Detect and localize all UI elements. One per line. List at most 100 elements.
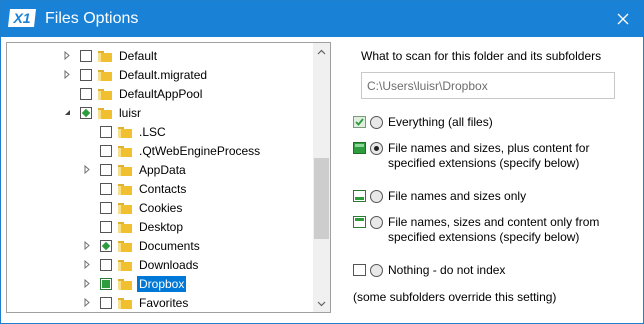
logo-text: X1 [12, 10, 30, 26]
collapsed-arrow-icon[interactable] [82, 274, 92, 293]
scroll-up-button[interactable] [313, 43, 330, 60]
tree-item-default-migrated[interactable]: Default.migrated [62, 65, 209, 84]
override-note: (some subfolders override this setting) [353, 290, 557, 304]
tree-item-appdata[interactable]: AppData [82, 160, 188, 179]
folder-icon [118, 259, 132, 271]
tree-item-label: Cookies [139, 200, 183, 215]
collapsed-arrow-icon[interactable] [62, 46, 72, 65]
tree-item-dropbox[interactable]: Dropbox [82, 274, 187, 293]
vertical-scrollbar[interactable] [313, 43, 330, 312]
scan-option-label: Everything (all files) [388, 115, 493, 129]
scan-option-radio[interactable] [370, 190, 383, 203]
folder-icon [118, 297, 132, 309]
tree-item-checkbox[interactable] [100, 182, 112, 195]
tree-item-luisr[interactable]: luisr [62, 103, 143, 122]
collapsed-arrow-icon[interactable] [82, 255, 92, 274]
names-sizes-content-icon [353, 142, 366, 154]
tree-item-label: Contacts [139, 181, 187, 196]
collapsed-arrow-icon[interactable] [62, 65, 72, 84]
tree-item-label: .LSC [139, 124, 166, 139]
tree-item-label: AppData [139, 162, 186, 177]
tree-item-checkbox[interactable] [80, 87, 92, 100]
folder-icon [118, 202, 132, 214]
names-sizes-icon [353, 190, 366, 202]
tree-item-label: Dropbox [137, 275, 187, 292]
folder-icon [98, 88, 112, 100]
tree-item-qtwebengineprocess[interactable]: .QtWebEngineProcess [82, 141, 262, 160]
tree-item-favorites[interactable]: Favorites [82, 293, 190, 312]
scroll-thumb[interactable] [314, 158, 329, 239]
tree-item-cookies[interactable]: Cookies [82, 198, 184, 217]
tree-item-label: Documents [139, 238, 200, 253]
folder-icon [118, 221, 132, 233]
tree-item-checkbox[interactable] [80, 68, 92, 81]
close-button[interactable] [603, 1, 643, 37]
tree-item-documents[interactable]: Documents [82, 236, 202, 255]
scan-option-radio[interactable] [370, 216, 383, 229]
scan-option-1[interactable]: Everything (all files) [353, 115, 493, 130]
folder-icon [118, 240, 132, 252]
tree-item-label: Favorites [139, 295, 189, 310]
scroll-down-button[interactable] [313, 295, 330, 312]
tree-item-label: Default.migrated [119, 67, 208, 82]
scan-option-label: Nothing - do not index [388, 263, 506, 277]
files-options-window: X1 Files Options Default Default.migrated… [0, 0, 644, 324]
scan-option-radio[interactable] [370, 116, 383, 129]
folder-path-field: C:\Users\luisr\Dropbox [361, 72, 615, 99]
chevron-down-icon [317, 301, 326, 306]
tree-item-checkbox[interactable] [100, 163, 112, 176]
scan-option-radio[interactable] [370, 264, 383, 277]
scan-option-label: File names and sizes only [388, 189, 527, 203]
tree-item-checkbox[interactable] [80, 49, 92, 62]
tree-item-checkbox[interactable] [100, 258, 112, 271]
folder-icon [118, 164, 132, 176]
tree-item-checkbox[interactable] [100, 296, 112, 309]
window-title: Files Options [45, 10, 139, 27]
scan-option-label: File names and sizes, plus content for s… [388, 141, 590, 170]
folder-icon [118, 126, 132, 138]
tree-item-label: .QtWebEngineProcess [139, 143, 261, 158]
tree-item-checkbox[interactable] [100, 239, 112, 252]
tree-item-downloads[interactable]: Downloads [82, 255, 200, 274]
tree-item-checkbox[interactable] [100, 277, 112, 290]
tree-item-label: Downloads [139, 257, 199, 272]
tree-item-label: luisr [119, 105, 142, 120]
collapsed-arrow-icon[interactable] [82, 160, 92, 179]
collapsed-arrow-icon[interactable] [82, 236, 92, 255]
scan-option-radio[interactable] [370, 142, 383, 155]
tree-item-defaultapppool[interactable]: DefaultAppPool [62, 84, 204, 103]
folder-icon [98, 69, 112, 81]
scan-option-3[interactable]: File names and sizes only [353, 189, 526, 204]
all-files-icon [353, 116, 366, 128]
names-sizes-specified-icon [353, 216, 366, 228]
nothing-icon [353, 264, 366, 276]
tree-item-checkbox[interactable] [100, 220, 112, 233]
tree-item-checkbox[interactable] [100, 144, 112, 157]
title-bar: X1 Files Options [1, 1, 643, 37]
tree-item-checkbox[interactable] [100, 125, 112, 138]
folder-tree[interactable]: Default Default.migrated DefaultAppPool lui… [6, 42, 331, 313]
collapsed-arrow-icon[interactable] [82, 293, 92, 312]
scan-option-2[interactable]: File names and sizes, plus content for s… [353, 141, 633, 171]
folder-icon [98, 50, 112, 62]
tree-item-checkbox[interactable] [80, 106, 92, 119]
tree-item-lsc[interactable]: .LSC [82, 122, 168, 141]
tree-item-contacts[interactable]: Contacts [82, 179, 188, 198]
tree-item-default[interactable]: Default [62, 46, 159, 65]
folder-icon [118, 183, 132, 195]
tree-item-checkbox[interactable] [100, 201, 112, 214]
close-icon [617, 13, 629, 25]
tree-item-label: Default [119, 48, 158, 63]
scan-option-4[interactable]: File names, sizes and content only from … [353, 215, 633, 245]
scan-option-5[interactable]: Nothing - do not index [353, 263, 505, 278]
expanded-arrow-icon[interactable] [62, 103, 72, 122]
scan-option-label: File names, sizes and content only from … [388, 215, 600, 244]
folder-icon [98, 107, 112, 119]
tree-item-desktop[interactable]: Desktop [82, 217, 185, 236]
scan-options-panel: What to scan for this folder and its sub… [349, 42, 641, 318]
